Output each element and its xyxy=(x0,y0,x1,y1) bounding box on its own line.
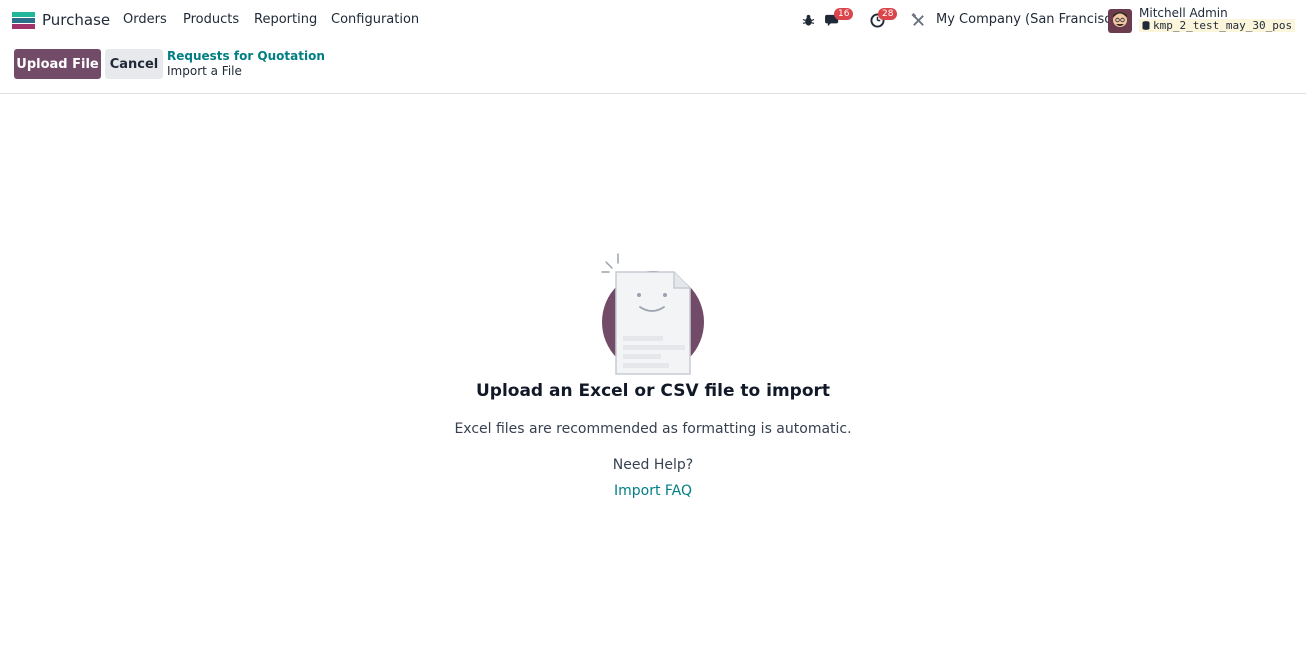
cancel-button[interactable]: Cancel xyxy=(105,49,163,79)
messages-badge: 16 xyxy=(834,8,854,20)
menu-reporting[interactable]: Reporting xyxy=(254,12,317,27)
database-label: kmp_2_test_may_30_pos xyxy=(1153,19,1293,32)
activities-badge: 28 xyxy=(878,8,898,20)
menu-configuration[interactable]: Configuration xyxy=(331,12,419,27)
smiling-document-illustration xyxy=(601,253,704,375)
menu-products[interactable]: Products xyxy=(183,12,239,27)
debug-bug-icon[interactable] xyxy=(799,11,817,29)
menu-orders[interactable]: Orders xyxy=(123,12,167,27)
import-subtitle: Excel files are recommended as formattin… xyxy=(454,421,852,437)
messages-chat-icon[interactable]: 16 xyxy=(824,8,854,29)
app-name[interactable]: Purchase xyxy=(42,11,110,29)
tools-icon[interactable] xyxy=(909,11,927,29)
user-avatar[interactable] xyxy=(1108,9,1132,33)
purchase-app-icon[interactable] xyxy=(12,12,35,29)
import-faq-container: Import FAQ xyxy=(0,483,1306,499)
breadcrumb-requests-for-quotation[interactable]: Requests for Quotation xyxy=(167,49,325,63)
need-help-text: Need Help? xyxy=(612,457,694,473)
top-navbar: Purchase Orders Products Reporting Confi… xyxy=(0,0,1306,40)
breadcrumb-current: Import a File xyxy=(167,64,242,78)
control-panel: Upload File Cancel Requests for Quotatio… xyxy=(0,40,1306,94)
activities-clock-icon[interactable]: 28 xyxy=(868,8,898,29)
upload-file-button[interactable]: Upload File xyxy=(14,49,101,79)
database-name: kmp_2_test_may_30_pos xyxy=(1139,19,1296,32)
import-faq-link[interactable]: Import FAQ xyxy=(614,483,692,499)
company-switcher[interactable]: My Company (San Francisco) xyxy=(936,12,1124,27)
database-icon xyxy=(1142,21,1150,30)
user-name[interactable]: Mitchell Admin xyxy=(1139,6,1228,20)
import-title: Upload an Excel or CSV file to import xyxy=(475,381,831,401)
